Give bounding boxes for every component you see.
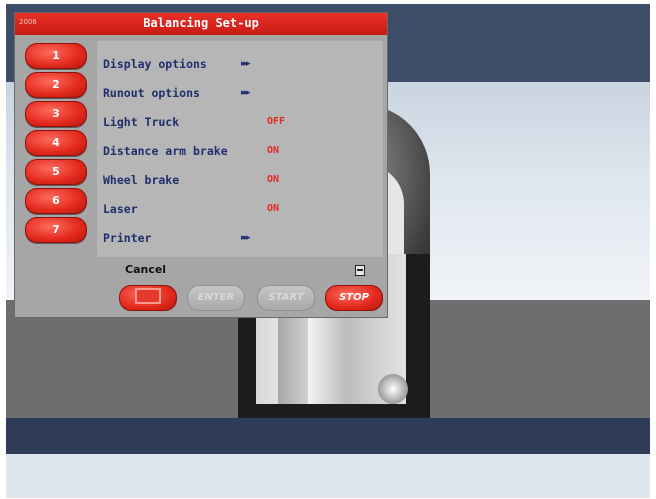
menu-item-wheel-brake[interactable]: Wheel brake bbox=[103, 173, 179, 187]
option-button-1[interactable]: 1 bbox=[25, 43, 87, 69]
balancing-setup-dialog: 2006 Balancing Set-up 1 2 3 4 5 6 7 Disp… bbox=[14, 12, 388, 318]
submenu-arrow-icon: ▸▸▸ bbox=[241, 88, 250, 98]
dialog-title: Balancing Set-up bbox=[143, 16, 259, 30]
stop-button[interactable]: STOP bbox=[325, 285, 383, 311]
background-bottom bbox=[6, 454, 650, 498]
wheel-brake-value: ON bbox=[267, 174, 280, 185]
menu-item-printer[interactable]: Printer bbox=[103, 231, 151, 245]
submenu-arrow-icon: ▸▸▸ bbox=[241, 233, 250, 243]
cancel-icon bbox=[135, 288, 161, 304]
start-button[interactable]: START bbox=[257, 285, 315, 311]
options-panel: Display options ▸▸▸ Runout options ▸▸▸ L… bbox=[97, 41, 383, 257]
enter-button[interactable]: ENTER bbox=[187, 285, 245, 311]
light-truck-value: OFF bbox=[267, 116, 286, 127]
laser-value: ON bbox=[267, 203, 280, 214]
cancel-button[interactable] bbox=[119, 285, 177, 311]
option-button-3[interactable]: 3 bbox=[25, 101, 87, 127]
option-button-5[interactable]: 5 bbox=[25, 159, 87, 185]
menu-item-light-truck[interactable]: Light Truck bbox=[103, 115, 179, 129]
menu-item-runout-options[interactable]: Runout options bbox=[103, 86, 200, 100]
dialog-titlebar: 2006 Balancing Set-up bbox=[15, 13, 387, 35]
option-button-4[interactable]: 4 bbox=[25, 130, 87, 156]
menu-item-distance-arm-brake[interactable]: Distance arm brake bbox=[103, 144, 228, 158]
option-button-7[interactable]: 7 bbox=[25, 217, 87, 243]
printer-icon bbox=[355, 265, 365, 276]
menu-item-laser[interactable]: Laser bbox=[103, 202, 138, 216]
app-screen: 2006 Balancing Set-up 1 2 3 4 5 6 7 Disp… bbox=[6, 4, 650, 498]
option-button-6[interactable]: 6 bbox=[25, 188, 87, 214]
menu-item-display-options[interactable]: Display options bbox=[103, 57, 207, 71]
option-button-2[interactable]: 2 bbox=[25, 72, 87, 98]
submenu-arrow-icon: ▸▸▸ bbox=[241, 59, 250, 69]
background-band bbox=[6, 418, 650, 454]
rim-hub bbox=[378, 374, 408, 404]
cancel-label: Cancel bbox=[125, 263, 167, 276]
distance-arm-brake-value: ON bbox=[267, 145, 280, 156]
